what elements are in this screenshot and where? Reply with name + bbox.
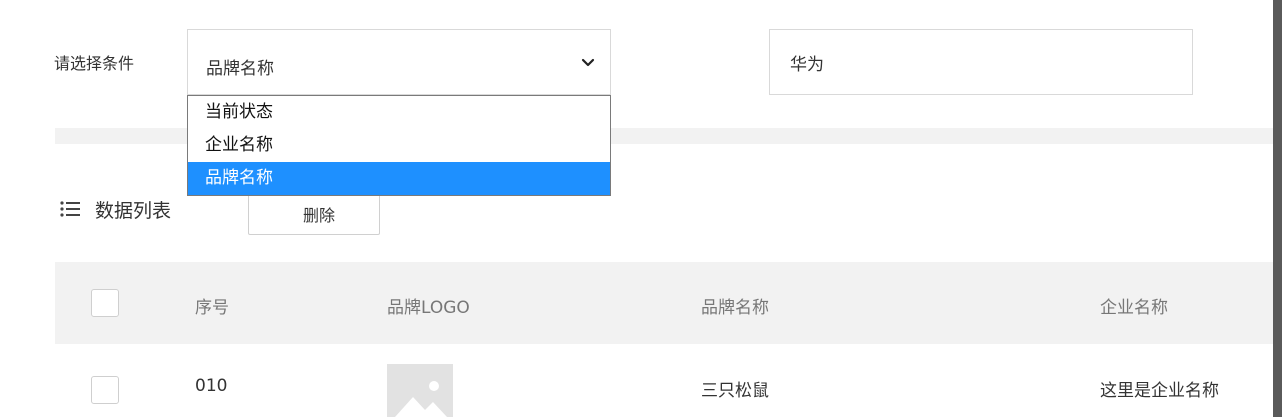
row-checkbox[interactable] — [91, 376, 119, 404]
dropdown-option-company[interactable]: 企业名称 — [188, 129, 610, 162]
condition-dropdown-list: 当前状态 企业名称 品牌名称 — [187, 95, 611, 196]
filter-label: 请选择条件 — [54, 54, 135, 73]
row-brand-name: 三只松鼠 — [701, 381, 769, 401]
list-icon — [60, 201, 80, 217]
table-row: 010 三只松鼠 这里是企业名称 — [55, 344, 1273, 417]
dropdown-option-brand[interactable]: 品牌名称 — [188, 162, 610, 195]
data-list-title: 数据列表 — [95, 200, 172, 222]
header-brand-name: 品牌名称 — [701, 298, 769, 318]
window-edge — [1273, 0, 1282, 417]
condition-select-value: 品牌名称 — [206, 59, 274, 79]
header-company-name: 企业名称 — [1100, 298, 1168, 318]
delete-button[interactable]: 删除 — [248, 193, 380, 235]
chevron-down-icon — [581, 58, 595, 67]
dropdown-option-status[interactable]: 当前状态 — [188, 96, 610, 129]
table-header: 序号 品牌LOGO 品牌名称 企业名称 — [55, 262, 1273, 344]
delete-button-label: 删除 — [303, 206, 336, 225]
row-index: 010 — [195, 376, 228, 396]
header-index: 序号 — [195, 298, 229, 318]
image-placeholder-icon — [387, 364, 453, 417]
condition-select[interactable]: 品牌名称 — [187, 29, 611, 95]
search-input[interactable] — [769, 29, 1193, 95]
select-all-checkbox[interactable] — [91, 289, 119, 317]
row-company-name: 这里是企业名称 — [1100, 381, 1219, 401]
header-brand-logo: 品牌LOGO — [387, 298, 470, 318]
